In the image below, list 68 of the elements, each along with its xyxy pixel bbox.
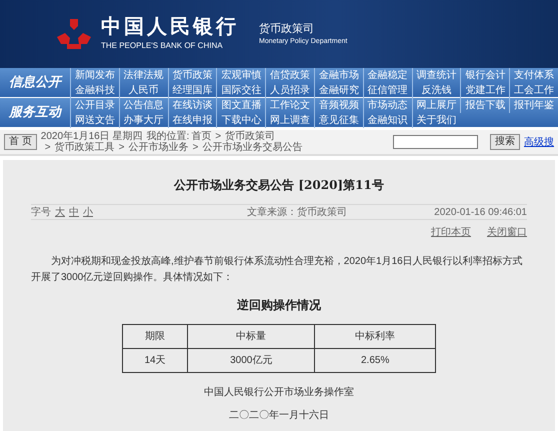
nav-link[interactable]: 关于我们 (412, 113, 460, 128)
signature-text: 中国人民银行公开市场业务操作室 (203, 386, 355, 400)
advanced-search-link[interactable]: 高级搜 (524, 134, 554, 150)
nav-link[interactable]: 金融稳定 (362, 68, 412, 83)
nav-link[interactable]: 网送文告 (70, 113, 119, 128)
nav-link[interactable]: 在线访谈 (168, 98, 216, 113)
article-paragraph: 为对冲税期和现金投放高峰,维护春节前银行体系流动性合理充裕，2020年1月16日人民银行以利率招标方式开展了3000亿元逆回购操作。具体情况如下： (31, 254, 524, 285)
nav-section-label: 信息公开 (8, 74, 64, 92)
nav-link[interactable]: 网上调查 (265, 113, 314, 128)
date-text: 2020年1月16日 星期四 (40, 131, 142, 142)
nav-link[interactable]: 意见征集 (314, 113, 363, 128)
article-action-link[interactable]: 打印本页 (431, 225, 471, 240)
breadcrumb-separator: > (192, 142, 198, 153)
breadcrumb-link[interactable]: 货币政策司 (225, 131, 276, 142)
table-header-cell: 中标利率 (314, 324, 436, 348)
nav-link[interactable]: 新闻发布 (70, 68, 119, 83)
breadcrumb-link[interactable]: 首页 (191, 131, 212, 142)
nav-link[interactable]: 下载中心 (216, 113, 266, 128)
nav-link[interactable]: 金融知识 (362, 113, 412, 128)
nav-link[interactable]: 报刊年鉴 (509, 98, 558, 113)
font-size-link[interactable]: 小 (83, 204, 93, 220)
bank-name-cn: 中国人民银行 (101, 16, 239, 36)
nav-link[interactable]: 法律法规 (118, 68, 168, 83)
nav-link[interactable]: 工作论文 (265, 98, 314, 113)
article-source: 文章来源：货币政策司 (247, 206, 347, 220)
article-action-link[interactable]: 关闭窗口 (487, 225, 527, 240)
signature-date: 二〇二〇年一月十六日 (228, 408, 330, 423)
breadcrumb-link[interactable]: 货币政策工具 (54, 142, 115, 153)
breadcrumb-separator: > (215, 131, 222, 142)
nav-link[interactable]: 银行会计 (460, 68, 510, 83)
home-button[interactable]: 首 页 (4, 134, 37, 150)
nav-link[interactable]: 市场动态 (362, 98, 412, 113)
nav-link[interactable]: 音频视频 (314, 98, 363, 113)
article-timestamp: 2020-01-16 09:46:01 (434, 206, 527, 220)
font-size-label: 字号 (31, 206, 51, 220)
breadcrumb-link[interactable]: 公开市场业务 (128, 142, 188, 153)
search-field[interactable] (393, 135, 478, 149)
nav-link[interactable]: 图文直播 (216, 98, 266, 113)
nav-link[interactable]: 办事大厅 (118, 113, 168, 128)
breadcrumb-separator: > (118, 142, 124, 153)
bank-logo-icon (55, 17, 93, 51)
breadcrumb-separator: > (44, 142, 51, 153)
search-button[interactable]: 搜索 (490, 134, 520, 150)
article-title: 公开市场业务交易公告 [2020]第11号 (172, 177, 385, 194)
nav-link[interactable]: 货币政策 (168, 68, 216, 83)
nav-link[interactable]: 公告信息 (118, 98, 168, 113)
breadcrumb-link[interactable]: 公开市场业务交易公告 (202, 142, 302, 153)
nav-link[interactable]: 报告下载 (460, 98, 510, 113)
nav-link[interactable]: 公开目录 (70, 98, 119, 113)
nav-link[interactable]: 调查统计 (412, 68, 460, 83)
nav-link[interactable]: 宏观审慎 (216, 68, 266, 83)
nav-section-label: 服务互动 (8, 104, 63, 122)
table-header-cell: 期限 (122, 324, 188, 348)
bank-name-en: THE PEOPLE'S BANK OF CHINA (101, 40, 224, 52)
nav-link[interactable]: 信贷政策 (265, 68, 314, 83)
nav-link[interactable]: 支付体系 (509, 68, 558, 83)
location-label: 我的位置: (146, 131, 190, 142)
table-title: 逆回购操作情况 (236, 297, 322, 314)
nav-link[interactable]: 在线申报 (168, 113, 216, 128)
table-header-cell: 中标量 (188, 324, 315, 348)
font-size-link[interactable]: 大 (55, 204, 65, 220)
table-cell: 2.65% (314, 348, 436, 372)
department-name-cn: 货币政策司 (259, 22, 315, 36)
font-size-link[interactable]: 中 (69, 204, 79, 220)
nav-link[interactable]: 网上展厅 (412, 98, 460, 113)
table-cell: 14天 (122, 348, 188, 372)
nav-link[interactable]: 金融市场 (314, 68, 363, 83)
table-cell: 3000亿元 (188, 348, 315, 372)
